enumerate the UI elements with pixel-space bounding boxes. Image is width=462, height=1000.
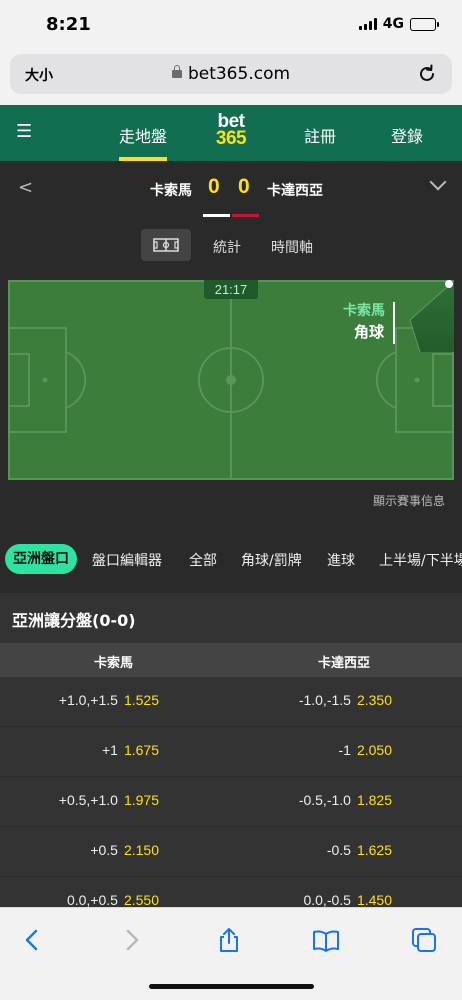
tab-goals[interactable]: 進球 — [327, 550, 355, 570]
site-header: ☰ 走地盤 bet 365 註冊 登錄 — [0, 105, 462, 161]
bookmarks-icon[interactable] — [312, 926, 340, 954]
address-bar[interactable]: 大小 bet365.com — [10, 54, 452, 94]
odds-row: +0.5,+1.0 1.975 -0.5,-1.0 1.825 — [0, 777, 462, 827]
lock-icon — [171, 65, 182, 78]
battery-icon — [410, 17, 439, 31]
url-display[interactable]: bet365.com — [10, 64, 452, 84]
away-odds: 1.450 — [356, 892, 392, 907]
home-handicap: +1.0,+1.5 — [58, 692, 118, 708]
tab-asian-handicap[interactable]: 亞洲盤口 — [5, 544, 77, 574]
url-text: bet365.com — [187, 64, 291, 84]
market-header[interactable]: 亞洲讓分盤(0-0) — [0, 593, 462, 643]
market-title: 亞洲讓分盤(0-0) — [12, 611, 136, 630]
away-odds: 1.625 — [356, 842, 392, 858]
reload-icon[interactable] — [416, 63, 438, 85]
register-link[interactable]: 註冊 — [304, 123, 336, 147]
away-team-name: 卡達西亞 — [267, 183, 323, 199]
back-icon[interactable] — [18, 926, 46, 954]
status-bar: 8:21 4G — [0, 0, 462, 50]
logo-text-bottom: 365 — [215, 128, 247, 149]
home-odds: 2.550 — [123, 892, 159, 907]
home-odds: 1.675 — [123, 742, 159, 758]
home-odds-cell[interactable]: 0.0,+0.5 2.550 — [67, 892, 159, 907]
match-header: < 卡索馬 0 0 卡達西亞 — [0, 161, 462, 217]
column-home: 卡索馬 — [94, 656, 134, 671]
home-handicap: 0.0,+0.5 — [66, 892, 118, 907]
home-handicap: +1 — [101, 742, 118, 758]
home-odds: 1.975 — [123, 792, 159, 808]
away-odds-cell[interactable]: 0.0,-0.5 1.450 — [303, 892, 392, 907]
tabs-icon[interactable] — [410, 926, 438, 954]
market-tabs: 亞洲盤口 盤口編輯器 全部 角球/罰牌 進球 上半場/下半場 — [0, 540, 462, 580]
tab-stats[interactable]: 統計 — [213, 237, 241, 257]
bet365-logo[interactable]: bet 365 — [206, 112, 256, 149]
away-score: 0 — [238, 175, 250, 198]
tab-corners-cards[interactable]: 角球/罰牌 — [241, 550, 302, 570]
event-team-label: 卡索馬 — [343, 303, 385, 319]
odds-row: +1.0,+1.5 1.525 -1.0,-1.5 2.350 — [0, 677, 462, 727]
away-handicap: -0.5,-1.0 — [298, 792, 351, 808]
home-handicap: +0.5 — [90, 842, 118, 858]
away-odds-cell[interactable]: -1.0,-1.5 2.350 — [299, 692, 392, 708]
away-odds-cell[interactable]: -1 2.050 — [339, 742, 393, 758]
odds-row: 0.0,+0.5 2.550 0.0,-0.5 1.450 — [0, 877, 462, 907]
away-odds-cell[interactable]: -0.5,-1.0 1.825 — [299, 792, 392, 808]
away-handicap: -1.0,-1.5 — [298, 692, 351, 708]
away-odds: 1.825 — [356, 792, 392, 808]
signal-icon — [358, 18, 377, 30]
tab-timeline[interactable]: 時間軸 — [271, 237, 313, 257]
login-link[interactable]: 登錄 — [391, 123, 423, 147]
home-odds-cell[interactable]: +1 1.675 — [102, 742, 159, 758]
home-odds-cell[interactable]: +0.5 2.150 — [90, 842, 159, 858]
away-odds: 2.050 — [356, 742, 392, 758]
match-view-tabs: 統計 時間軸 — [0, 217, 462, 273]
network-label: 4G — [382, 16, 404, 32]
tab-all[interactable]: 全部 — [189, 550, 217, 570]
share-icon[interactable] — [215, 926, 243, 954]
home-odds-cell[interactable]: +0.5,+1.0 1.975 — [59, 792, 159, 808]
home-odds: 2.150 — [123, 842, 159, 858]
away-handicap: -1 — [338, 742, 351, 758]
back-chevron-icon[interactable]: < — [18, 177, 33, 198]
tab-pitch-view[interactable] — [141, 229, 191, 261]
browser-address-area: 大小 bet365.com — [0, 50, 462, 105]
home-score: 0 — [208, 175, 220, 198]
hamburger-menu-icon[interactable]: ☰ — [16, 121, 32, 142]
home-odds-cell[interactable]: +1.0,+1.5 1.525 — [59, 692, 159, 708]
odds-row: +0.5 2.150 -0.5 1.625 — [0, 827, 462, 877]
odds-table: +1.0,+1.5 1.525 -1.0,-1.5 2.350 +1 1.675 -1… — [0, 677, 462, 907]
match-pitch — [8, 280, 454, 480]
away-odds-cell[interactable]: -0.5 1.625 — [327, 842, 392, 858]
event-marker-line — [393, 302, 395, 344]
event-type-label: 角球 — [354, 323, 385, 341]
clock-time: 8:21 — [46, 14, 91, 35]
nav-live-betting[interactable]: 走地盤 — [119, 123, 167, 147]
home-handicap: +0.5,+1.0 — [58, 792, 118, 808]
tab-bet-builder[interactable]: 盤口編輯器 — [92, 550, 162, 570]
market-column-headers: 卡索馬 卡達西亞 — [0, 643, 462, 677]
tab-halves[interactable]: 上半場/下半場 — [379, 550, 462, 570]
pitch-icon — [153, 238, 179, 252]
column-away: 卡達西亞 — [318, 656, 371, 671]
away-handicap: 0.0,-0.5 — [303, 892, 351, 907]
away-handicap: -0.5 — [326, 842, 351, 858]
home-indicator[interactable] — [149, 984, 314, 989]
chevron-down-icon[interactable] — [429, 173, 447, 191]
ball-marker — [445, 280, 453, 288]
odds-row: +1 1.675 -1 2.050 — [0, 727, 462, 777]
away-odds: 2.350 — [356, 692, 392, 708]
status-indicators: 4G — [358, 16, 439, 32]
home-odds: 1.525 — [123, 692, 159, 708]
forward-icon[interactable] — [118, 926, 146, 954]
show-match-info-link[interactable]: 顯示賽事信息 — [373, 492, 445, 509]
home-team-name: 卡索馬 — [150, 183, 192, 199]
match-clock: 21:17 — [204, 280, 258, 299]
